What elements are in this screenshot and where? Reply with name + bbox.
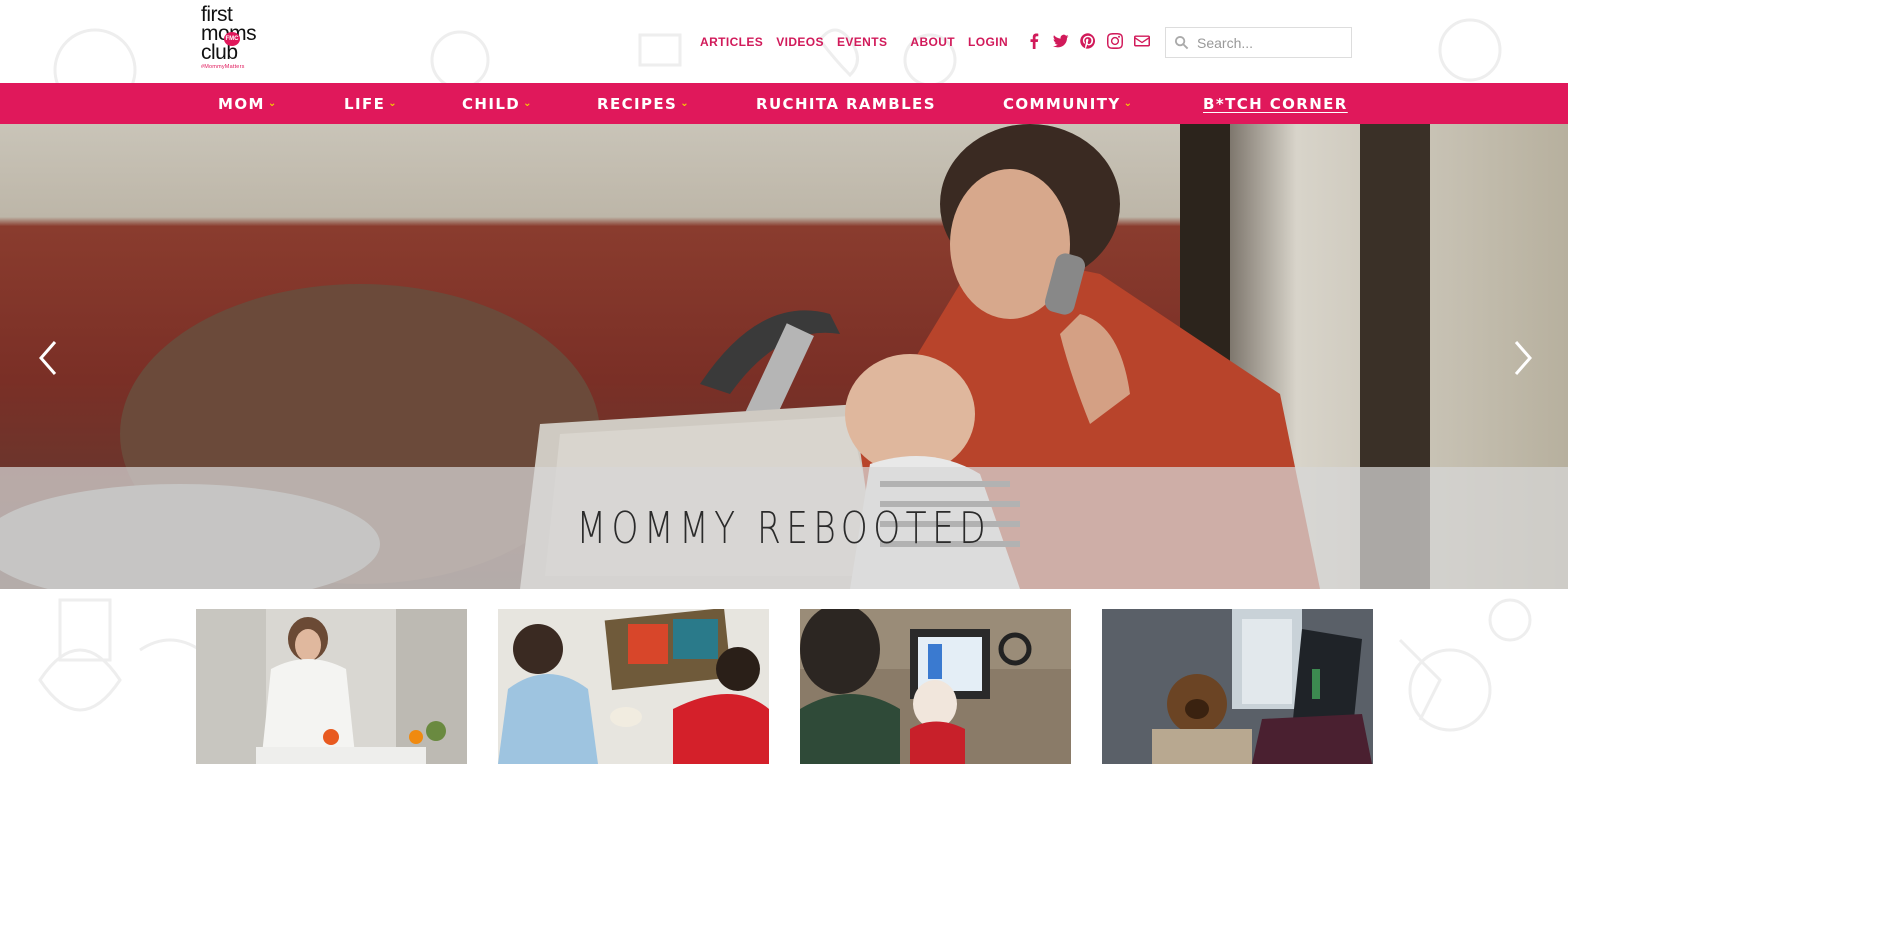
main-nav-item-mom[interactable]: MOM ⌄ [218,83,276,124]
site-logo[interactable]: first moms club FMC #MommyMatters [201,4,281,73]
logo-tagline: #MommyMatters [201,64,245,70]
chevron-left-icon[interactable] [33,338,63,378]
nav-login-link[interactable]: LOGIN [968,35,1008,49]
article-card[interactable] [196,609,467,764]
main-nav-item-recipes[interactable]: RECIPES ⌄ [597,83,689,124]
search-icon [1174,35,1189,50]
hero-caption: MOMMY REBOOTED [576,502,992,554]
article-card[interactable] [800,609,1071,764]
main-nav-item-btch-corner[interactable]: B*TCH CORNER [1203,83,1348,124]
main-nav: MOM ⌄ LIFE ⌄ CHILD ⌄ RECIPES ⌄ RUCHITA RAMBL… [0,83,1568,124]
article-card[interactable] [1102,609,1373,764]
main-nav-label: CHILD [462,94,521,113]
nav-about-link[interactable]: ABOUT [910,35,955,49]
twitter-icon[interactable] [1053,32,1069,50]
nav-videos-link[interactable]: VIDEOS [776,35,824,49]
card-image-kitchen [196,609,467,764]
card-image-kids-painting [498,609,769,764]
nav-events-link[interactable]: EVENTS [837,35,887,49]
article-card[interactable] [498,609,769,764]
hero-caption-bar: MOMMY REBOOTED [0,467,1568,589]
chevron-right-icon[interactable] [1508,338,1538,378]
chevron-down-icon: ⌄ [388,98,397,109]
main-nav-label: RUCHITA RAMBLES [756,94,936,113]
top-nav: ARTICLES VIDEOS EVENTS ABOUT LOGIN [700,35,1021,49]
main-nav-label: COMMUNITY [1003,94,1121,113]
chevron-down-icon: ⌄ [680,98,689,109]
site-header: first moms club FMC #MommyMatters ARTICL… [0,0,1568,82]
main-nav-label: RECIPES [597,94,678,113]
main-nav-label: B*TCH CORNER [1203,94,1348,113]
hero-slider[interactable]: MOMMY REBOOTED [0,124,1568,589]
logo-badge: FMC [224,32,240,46]
main-nav-label: LIFE [344,94,386,113]
article-cards [0,609,1568,764]
instagram-icon[interactable] [1107,32,1123,50]
social-links [1026,32,1150,50]
main-nav-item-life[interactable]: LIFE ⌄ [344,83,397,124]
card-image-teddy-laptop [1102,609,1373,764]
search-box [1165,27,1352,58]
main-nav-label: MOM [218,94,265,113]
logo-line-3: club [201,41,238,64]
chevron-down-icon: ⌄ [523,98,532,109]
mail-icon[interactable] [1134,32,1150,50]
card-image-mother-baby-computer [800,609,1071,764]
pinterest-icon[interactable] [1080,32,1096,50]
search-input[interactable] [1197,34,1347,51]
main-nav-item-ruchita-rambles[interactable]: RUCHITA RAMBLES [756,83,936,124]
main-nav-item-child[interactable]: CHILD ⌄ [462,83,532,124]
main-nav-item-community[interactable]: COMMUNITY ⌄ [1003,83,1132,124]
chevron-down-icon: ⌄ [267,98,277,109]
chevron-down-icon: ⌄ [1123,98,1133,109]
facebook-icon[interactable] [1026,32,1042,50]
nav-articles-link[interactable]: ARTICLES [700,35,763,49]
